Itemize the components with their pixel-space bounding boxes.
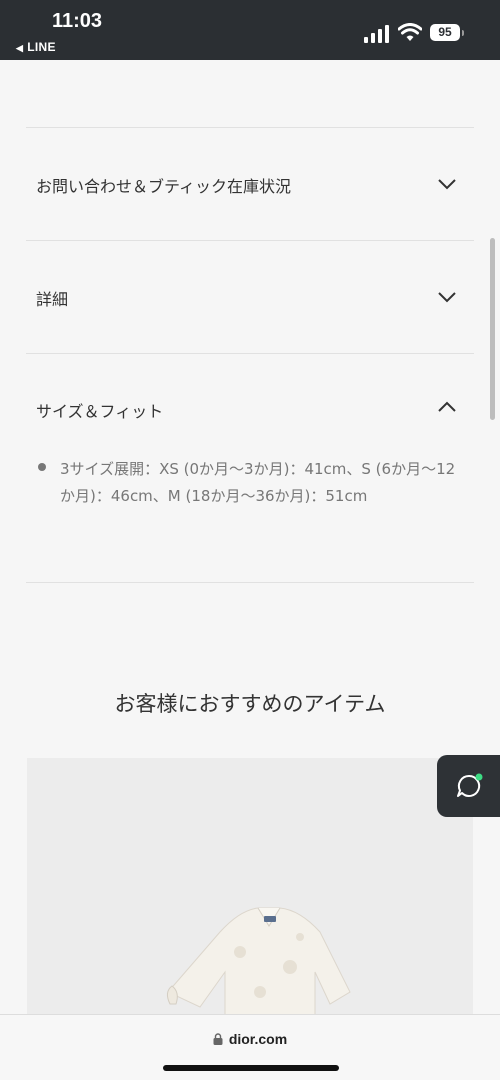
accordion-item-details[interactable]: 詳細 — [26, 241, 474, 353]
cellular-signal-icon — [364, 25, 389, 43]
accordion-item-inquiry[interactable]: お問い合わせ＆ブティック在庫状況 — [26, 128, 474, 240]
accordion-label: お問い合わせ＆ブティック在庫状況 — [36, 177, 292, 196]
chevron-down-icon — [438, 179, 456, 190]
scrollbar[interactable] — [490, 238, 495, 420]
chevron-down-icon — [438, 292, 456, 303]
lock-icon — [213, 1033, 223, 1045]
chat-bubble-icon — [457, 773, 483, 797]
clock-time: 11:03 — [52, 10, 103, 32]
status-bar: 11:03 ◀ LINE 95 — [0, 0, 500, 60]
accordion-label: 詳細 — [36, 290, 69, 309]
product-image[interactable] — [150, 892, 370, 1022]
battery-tip — [462, 30, 464, 36]
battery-icon: 95 — [430, 24, 460, 41]
back-triangle-icon: ◀ — [16, 43, 24, 53]
back-to-app-button[interactable]: ◀ LINE — [16, 40, 56, 54]
home-indicator[interactable] — [163, 1065, 339, 1071]
bullet-point — [38, 463, 46, 471]
wifi-icon — [398, 23, 422, 41]
chevron-up-icon — [438, 401, 456, 412]
accordion-item-size-fit[interactable]: サイズ＆フィット — [26, 354, 474, 434]
back-app-label: LINE — [27, 40, 56, 54]
url-text: dior.com — [228, 1031, 288, 1047]
url-display[interactable]: dior.com — [0, 1031, 500, 1047]
recommendations-title: お客様におすすめのアイテム — [114, 692, 386, 716]
chat-button[interactable] — [437, 755, 500, 817]
divider — [26, 582, 474, 583]
size-fit-content: 3サイズ展開：XS (0か月〜3か月)：41cm、S (6か月〜12か月)：46… — [60, 460, 456, 505]
browser-address-bar[interactable]: dior.com — [0, 1014, 500, 1080]
accordion-label: サイズ＆フィット — [36, 402, 164, 421]
